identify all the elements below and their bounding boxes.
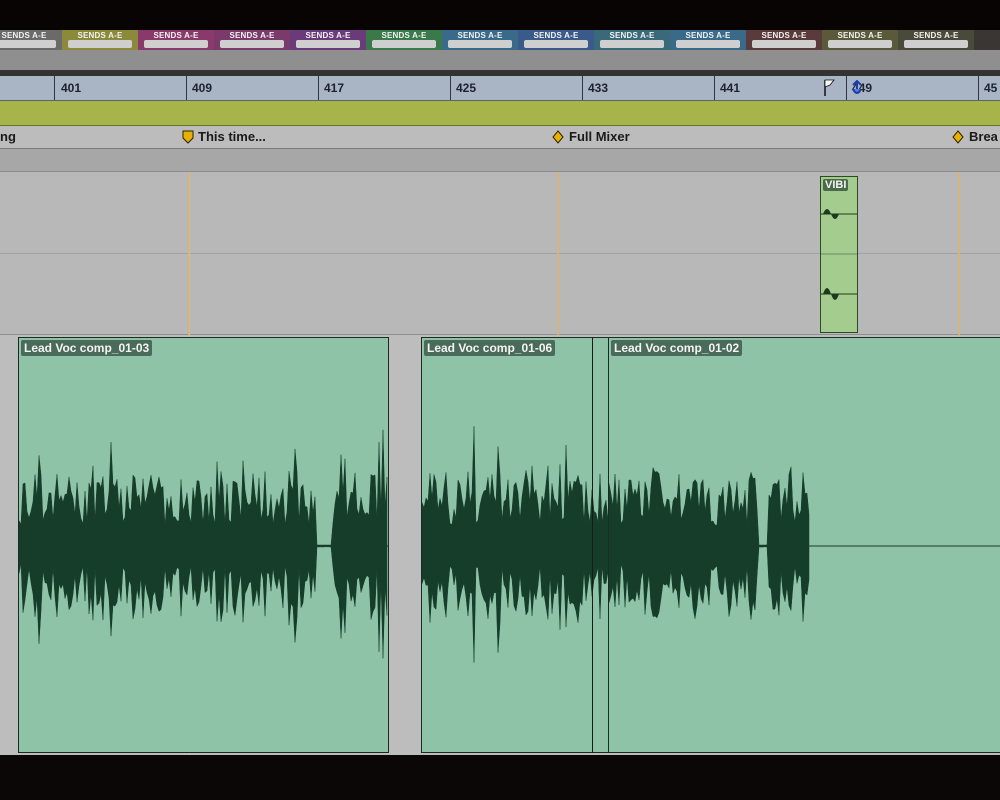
audio-clip[interactable]: Lead Voc comp_01-03 [18, 337, 389, 753]
waveform-shape [609, 466, 810, 622]
ruler-tick [318, 76, 319, 100]
bar-label-433: 433 [588, 81, 609, 95]
marker-diamond-icon[interactable] [552, 130, 564, 144]
send-slot[interactable]: SENDS A-E [670, 30, 746, 50]
clip-waveform [609, 466, 1000, 622]
ruler-tick [450, 76, 451, 100]
bar-label-417: 417 [324, 81, 345, 95]
track-top-band [0, 149, 1000, 172]
send-bus-selector[interactable] [296, 40, 360, 48]
send-bus-selector[interactable] [220, 40, 284, 48]
send-bus-selector[interactable] [524, 40, 588, 48]
markers-ruler[interactable]: ng This time... Full Mixer Brea [0, 126, 1000, 149]
marker-label-full-mixer[interactable]: Full Mixer [569, 129, 630, 144]
ruler-tick [582, 76, 583, 100]
send-slot[interactable]: SENDS A-E [366, 30, 442, 50]
send-bus-selector[interactable] [448, 40, 512, 48]
waveform-shape [823, 288, 839, 300]
send-slot[interactable]: SENDS A-E [0, 30, 62, 50]
marker-shield-icon[interactable] [182, 130, 194, 144]
send-bus-selector[interactable] [68, 40, 132, 48]
send-bus-selector[interactable] [676, 40, 740, 48]
ruler-tick [846, 76, 847, 100]
marker-line [958, 172, 960, 335]
send-label: SENDS A-E [609, 31, 655, 40]
vibi-waveform [821, 209, 857, 300]
send-label: SENDS A-E [1, 31, 47, 40]
send-bus-selector[interactable] [0, 40, 56, 48]
send-label: SENDS A-E [77, 31, 123, 40]
clip-name: Lead Voc comp_01-06 [424, 340, 556, 356]
marker-line [557, 172, 559, 335]
clip-edit-line [592, 337, 593, 753]
send-bus-selector[interactable] [828, 40, 892, 48]
top-black-border [0, 0, 1000, 30]
bottom-black-border [0, 755, 1000, 800]
send-label: SENDS A-E [305, 31, 351, 40]
ruler-tick [978, 76, 979, 100]
clip-name: Lead Voc comp_01-02 [611, 340, 743, 356]
audio-clip[interactable]: Lead Voc comp_01-06 [421, 337, 609, 753]
send-slot[interactable]: SENDS A-E [138, 30, 214, 50]
bar-label-441: 441 [720, 81, 741, 95]
send-bus-selector[interactable] [904, 40, 968, 48]
bar-label-409: 409 [192, 81, 213, 95]
send-label: SENDS A-E [533, 31, 579, 40]
marker-label-partial[interactable]: ng [0, 129, 16, 144]
audio-clip[interactable]: Lead Voc comp_01-02 [608, 337, 1000, 753]
send-slot[interactable]: SENDS A-E [214, 30, 290, 50]
flag-icon[interactable] [823, 79, 835, 97]
grabber-cursor-icon [852, 80, 862, 94]
clip-waveform [19, 429, 388, 659]
marker-ruler-strip[interactable] [0, 101, 1000, 126]
marker-label-this-time[interactable]: This time... [198, 129, 266, 144]
bar-label-457: 45 [984, 81, 998, 95]
send-bus-selector[interactable] [372, 40, 436, 48]
marker-line [188, 172, 190, 335]
send-label: SENDS A-E [837, 31, 883, 40]
send-slot[interactable]: SENDS A-E [746, 30, 822, 50]
send-slot[interactable]: SENDS A-E [518, 30, 594, 50]
marker-label-break[interactable]: Brea [969, 129, 998, 144]
send-bus-selector[interactable] [144, 40, 208, 48]
ruler-tick [186, 76, 187, 100]
track-header-gap [0, 50, 1000, 70]
bar-label-401: 401 [61, 81, 82, 95]
send-label: SENDS A-E [761, 31, 807, 40]
send-bus-selector[interactable] [752, 40, 816, 48]
pro-tools-edit-window: SENDS A-E SENDS A-E SENDS A-E SENDS A-E SEND… [0, 0, 1000, 800]
send-label: SENDS A-E [685, 31, 731, 40]
send-bus-selector[interactable] [600, 40, 664, 48]
waveform-shape [19, 429, 388, 659]
vibi-clip[interactable]: VIBI [820, 176, 858, 333]
send-slot[interactable]: SENDS A-E [442, 30, 518, 50]
send-label: SENDS A-E [913, 31, 959, 40]
send-slot[interactable]: SENDS A-E [290, 30, 366, 50]
clip-waveform [422, 426, 608, 663]
waveform-shape [823, 209, 839, 219]
send-label: SENDS A-E [457, 31, 503, 40]
waveform-shape [422, 426, 608, 663]
send-slot[interactable]: SENDS A-E [822, 30, 898, 50]
send-label: SENDS A-E [229, 31, 275, 40]
bar-label-425: 425 [456, 81, 477, 95]
ruler-tick [54, 76, 55, 100]
ruler-tick [714, 76, 715, 100]
sends-strip: SENDS A-E SENDS A-E SENDS A-E SENDS A-E SEND… [0, 30, 1000, 50]
send-label: SENDS A-E [153, 31, 199, 40]
marker-diamond-icon[interactable] [952, 130, 964, 144]
send-slot[interactable]: SENDS A-E [62, 30, 138, 50]
send-slot[interactable]: SENDS A-E [594, 30, 670, 50]
send-label: SENDS A-E [381, 31, 427, 40]
send-slot[interactable]: SENDS A-E [898, 30, 974, 50]
clip-name: Lead Voc comp_01-03 [21, 340, 153, 356]
